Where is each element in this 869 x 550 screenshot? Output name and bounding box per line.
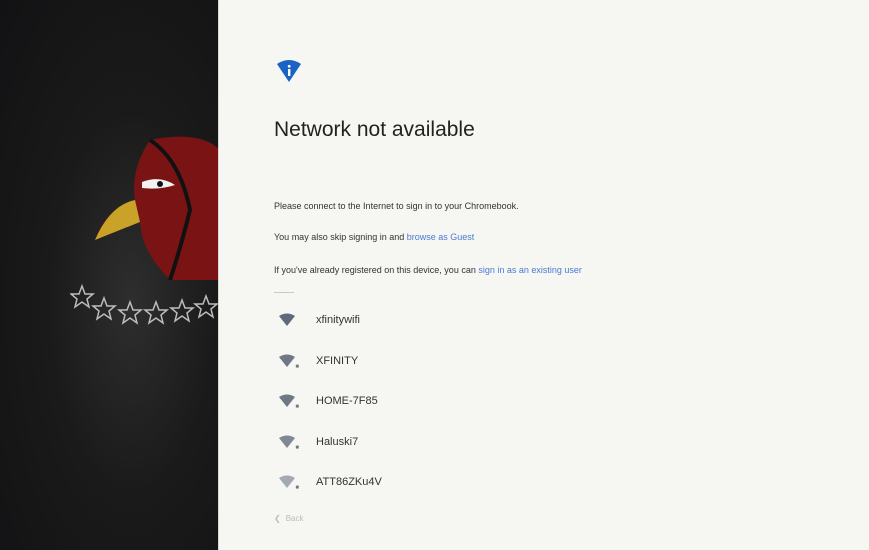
wifi-secured-icon: ■: [278, 354, 299, 370]
network-dialog: Network not available Please connect to …: [218, 0, 869, 550]
guest-message-text: You may also skip signing in and: [274, 232, 407, 242]
back-label: Back: [285, 514, 304, 523]
connect-message: Please connect to the Internet to sign i…: [274, 201, 519, 211]
existing-user-message-text: If you've already registered on this dev…: [274, 265, 479, 275]
network-name: Haluski7: [316, 435, 359, 448]
network-item-att86zku4v[interactable]: ■ ATT86ZKu4V: [274, 462, 694, 503]
sign-in-existing-user-link[interactable]: sign in as an existing user: [478, 265, 582, 275]
back-button[interactable]: ❮ Back: [274, 514, 304, 523]
divider: [274, 292, 294, 293]
wifi-secured-icon: ■: [278, 475, 299, 492]
network-list: xfinitywifi ■ XFINITY ■ HOME-7F85 ■ Halu…: [274, 300, 694, 503]
lock-icon: ■: [295, 485, 299, 492]
network-name: ATT86ZKu4V: [316, 476, 382, 489]
cardinal-mascot-icon: [95, 136, 220, 280]
lock-icon: ■: [295, 444, 299, 451]
network-name: xfinitywifi: [316, 314, 361, 327]
browse-as-guest-link[interactable]: browse as Guest: [407, 232, 475, 242]
page-title: Network not available: [274, 118, 475, 141]
wifi-secured-icon: ■: [278, 435, 299, 451]
network-item-home-7f85[interactable]: ■ HOME-7F85: [274, 381, 694, 422]
chevron-left-icon: ❮: [274, 514, 281, 523]
network-name: XFINITY: [316, 354, 359, 367]
wifi-icon: [278, 313, 296, 327]
wifi-secured-icon: ■: [278, 394, 299, 411]
network-item-haluski7[interactable]: ■ Haluski7: [274, 422, 694, 463]
network-item-xfinitywifi[interactable]: xfinitywifi: [274, 300, 694, 341]
lock-icon: ■: [295, 404, 299, 411]
wifi-info-icon: [277, 60, 301, 82]
stars-decoration-icon: [70, 283, 220, 325]
lock-icon: ■: [295, 363, 299, 370]
wallpaper: [0, 0, 220, 550]
network-item-xfinity[interactable]: ■ XFINITY: [274, 341, 694, 382]
existing-user-message: If you've already registered on this dev…: [274, 265, 582, 275]
guest-message: You may also skip signing in and browse …: [274, 232, 474, 242]
network-name: HOME-7F85: [316, 395, 378, 408]
